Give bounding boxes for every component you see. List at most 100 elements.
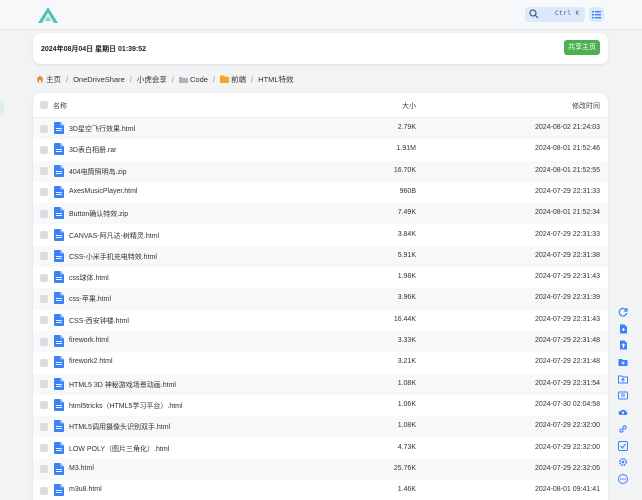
- row-checkbox[interactable]: [40, 444, 48, 452]
- row-checkbox[interactable]: [40, 188, 48, 197]
- file-name[interactable]: AxesMusicPlayer.html: [69, 188, 137, 195]
- file-name[interactable]: 3D表白相册.rar: [69, 145, 116, 155]
- row-checkbox[interactable]: [40, 422, 48, 431]
- link-icon[interactable]: [618, 424, 628, 434]
- refresh-icon[interactable]: [618, 307, 628, 317]
- file-modified-time: 2024-08-02 21:24:03: [535, 124, 600, 131]
- breadcrumb-frontend[interactable]: 前端: [220, 74, 246, 85]
- file-name[interactable]: HTML5调用摄像头识别双手.html: [69, 422, 170, 432]
- file-name[interactable]: HTML5 3D 神秘游戏场景动画.html: [69, 380, 176, 390]
- breadcrumb-share[interactable]: 小虎会享: [137, 74, 167, 85]
- table-row[interactable]: html5tricks（HTML5学习平台）.html 1.06K 2024-07-…: [33, 395, 608, 416]
- table-row[interactable]: HTML5调用摄像头识别双手.html 1.08K 2024-07-29 22:32…: [33, 416, 608, 438]
- file-icon: [54, 441, 64, 454]
- menu-list-icon: [592, 11, 601, 19]
- row-checkbox[interactable]: [40, 252, 48, 261]
- file-size: 1.46K: [397, 486, 416, 494]
- file-icon: [54, 313, 64, 326]
- file-size: 3.21K: [397, 358, 416, 366]
- file-name[interactable]: firework2.html: [69, 358, 113, 365]
- column-time[interactable]: 修改时间: [572, 101, 600, 111]
- table-row[interactable]: Button确认特效.zip 7.49K 2024-08-01 21:52:34: [33, 203, 608, 225]
- file-icon: [54, 462, 64, 475]
- file-name[interactable]: 3D星空飞行效果.html: [69, 124, 135, 134]
- folder-icon: [178, 76, 188, 83]
- file-name[interactable]: Button确认特效.zip: [69, 209, 128, 219]
- current-datetime: 2024年08月04日 星期日 01:39:52: [41, 46, 147, 53]
- settings-icon[interactable]: [618, 457, 628, 467]
- file-modified-time: 2024-07-29 22:31:54: [535, 379, 600, 387]
- table-row[interactable]: CSS-西安钟楼.html 16.44K 2024-07-29 22:31:43: [33, 310, 608, 331]
- table-row[interactable]: css球体.html 1.98K 2024-07-29 22:31:43: [33, 267, 608, 288]
- file-name[interactable]: CSS-小米手机充电特效.html: [69, 252, 157, 262]
- file-modified-time: 2024-07-29 22:31:43: [535, 315, 600, 323]
- search-icon: [529, 9, 539, 19]
- column-size[interactable]: 大小: [402, 101, 416, 111]
- row-checkbox[interactable]: [40, 486, 48, 495]
- file-name[interactable]: M3.html: [69, 465, 94, 472]
- breadcrumb-onedriveshare[interactable]: OneDriveShare: [73, 75, 125, 84]
- file-modified-time: 2024-07-30 02:04:58: [535, 400, 600, 408]
- file-modified-time: 2024-07-29 22:31:38: [535, 251, 600, 259]
- upload-file-icon[interactable]: [618, 340, 628, 350]
- cloud-upload-icon[interactable]: [618, 407, 628, 417]
- row-checkbox[interactable]: [40, 231, 48, 239]
- share-home-button[interactable]: 共享主页: [564, 40, 600, 55]
- row-checkbox[interactable]: [40, 380, 48, 389]
- row-checkbox[interactable]: [40, 145, 48, 154]
- new-folder-icon[interactable]: [618, 357, 628, 367]
- search-button[interactable]: Ctrl K: [525, 7, 585, 22]
- row-checkbox[interactable]: [40, 401, 48, 410]
- breadcrumb-home[interactable]: 主页: [36, 74, 61, 85]
- table-row[interactable]: M3.html 25.76K 2024-07-29 22:32:05: [33, 458, 608, 481]
- file-name[interactable]: html5tricks（HTML5学习平台）.html: [69, 401, 183, 411]
- row-checkbox[interactable]: [40, 209, 48, 218]
- table-row[interactable]: 3D表白相册.rar 1.91M 2024-08-01 21:52:46: [33, 139, 608, 160]
- table-row[interactable]: m3u8.html 1.46K 2024-08-01 09:41:41: [33, 480, 608, 500]
- table-row[interactable]: css-苹果.html 3.96K 2024-07-29 22:31:39: [33, 288, 608, 310]
- file-name[interactable]: firework.html: [69, 337, 109, 344]
- file-modified-time: 2024-08-01 09:41:41: [535, 486, 600, 494]
- file-icon: [54, 377, 64, 390]
- file-modified-time: 2024-07-29 22:31:33: [535, 230, 600, 238]
- breadcrumb: 主页 / OneDriveShare / 小虎会享 / Code / 前端 / …: [36, 73, 294, 85]
- file-name[interactable]: css-苹果.html: [69, 294, 111, 304]
- file-name[interactable]: 404电筒照明岛.zip: [69, 167, 127, 177]
- file-name[interactable]: css球体.html: [69, 273, 109, 283]
- table-row[interactable]: firework2.html 3.21K 2024-07-29 22:31:48: [33, 352, 608, 373]
- file-size: 1.98K: [397, 273, 416, 281]
- file-name[interactable]: CANVAS-阿凡达-树精灵.html: [69, 231, 159, 241]
- row-checkbox[interactable]: [40, 294, 48, 303]
- new-file-icon[interactable]: [618, 324, 628, 334]
- row-checkbox[interactable]: [40, 337, 48, 346]
- file-name[interactable]: LOW POLY（图片三角化）.html: [69, 444, 169, 454]
- table-row[interactable]: LOW POLY（图片三角化）.html 4.73K 2024-07-29 22:3…: [33, 438, 608, 459]
- row-checkbox[interactable]: [40, 465, 48, 474]
- menu-button[interactable]: [589, 7, 604, 22]
- download-icon[interactable]: [618, 391, 628, 401]
- checklist-icon[interactable]: [618, 440, 628, 451]
- file-name[interactable]: m3u8.html: [69, 486, 102, 493]
- breadcrumb-html-effects[interactable]: HTML特效: [258, 74, 293, 85]
- table-row[interactable]: AxesMusicPlayer.html 960B 2024-07-29 22:31…: [33, 182, 608, 203]
- breadcrumb-code[interactable]: Code: [178, 75, 208, 84]
- side-tab[interactable]: [0, 100, 4, 116]
- row-checkbox[interactable]: [40, 316, 48, 325]
- more-icon[interactable]: [618, 474, 628, 484]
- row-checkbox[interactable]: [40, 273, 48, 282]
- row-checkbox[interactable]: [40, 167, 48, 176]
- table-row[interactable]: 404电筒照明岛.zip 16.70K 2024-08-01 21:52:55: [33, 160, 608, 182]
- home-icon: [36, 75, 44, 83]
- table-row[interactable]: HTML5 3D 神秘游戏场景动画.html 1.08K 2024-07-29 22…: [33, 373, 608, 395]
- table-row[interactable]: CANVAS-阿凡达-树精灵.html 3.84K 2024-07-29 22:31…: [33, 225, 608, 246]
- upload-folder-icon[interactable]: [618, 374, 628, 384]
- logo-icon[interactable]: [37, 6, 59, 24]
- file-name[interactable]: CSS-西安钟楼.html: [69, 316, 129, 326]
- column-name[interactable]: 名称: [53, 101, 67, 111]
- table-row[interactable]: CSS-小米手机充电特效.html 5.91K 2024-07-29 22:31:3…: [33, 245, 608, 268]
- table-row[interactable]: 3D星空飞行效果.html 2.79K 2024-08-02 21:24:03: [33, 118, 608, 140]
- table-row[interactable]: firework.html 3.33K 2024-07-29 22:31:48: [33, 331, 608, 353]
- row-checkbox[interactable]: [40, 124, 48, 133]
- row-checkbox[interactable]: [40, 358, 48, 367]
- select-all-checkbox[interactable]: [40, 101, 48, 109]
